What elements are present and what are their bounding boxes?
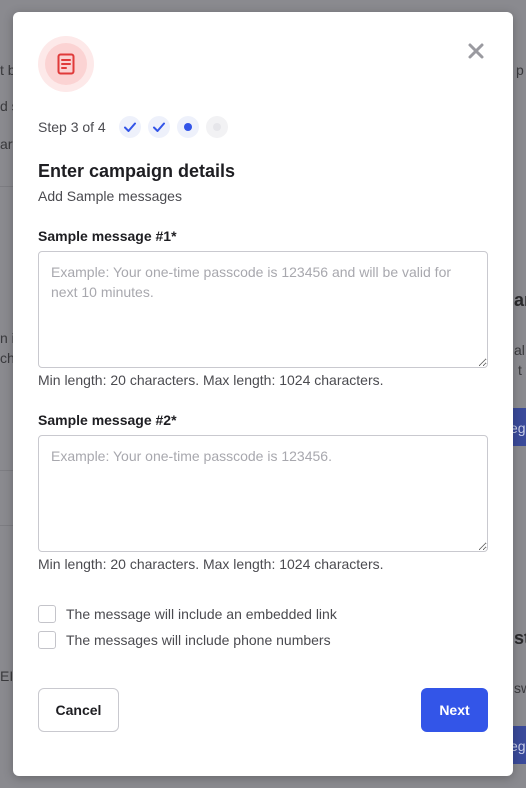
step-4-pending bbox=[205, 116, 228, 138]
step-label: Step 3 of 4 bbox=[38, 119, 106, 135]
close-button[interactable] bbox=[467, 42, 485, 60]
step-1-complete bbox=[118, 116, 141, 138]
check-icon bbox=[123, 122, 136, 132]
bg-fragment: al c bbox=[514, 342, 526, 358]
bg-divider bbox=[0, 525, 13, 526]
bg-divider bbox=[0, 186, 13, 187]
phone-numbers-label: The messages will include phone numbers bbox=[66, 632, 331, 648]
bg-fragment: an bbox=[514, 290, 526, 310]
phone-numbers-option: The messages will include phone numbers bbox=[38, 631, 331, 649]
sample-message-1-hint: Min length: 20 characters. Max length: 1… bbox=[38, 372, 384, 388]
modal-title: Enter campaign details bbox=[38, 161, 236, 181]
phone-numbers-checkbox[interactable] bbox=[38, 631, 56, 649]
bg-fragment: EI bbox=[0, 668, 14, 684]
close-icon bbox=[468, 43, 484, 59]
step-3-current bbox=[176, 116, 199, 138]
bg-fragment: sw bbox=[514, 680, 526, 696]
sample-message-2-hint: Min length: 20 characters. Max length: 1… bbox=[38, 556, 384, 572]
sample-message-1-label: Sample message #1* bbox=[38, 228, 177, 244]
header-icon-badge bbox=[38, 36, 94, 92]
cancel-button[interactable]: Cancel bbox=[38, 688, 119, 732]
bg-fragment: st bbox=[514, 628, 526, 648]
embedded-link-checkbox[interactable] bbox=[38, 605, 56, 623]
sample-message-2-label: Sample message #2* bbox=[38, 412, 177, 428]
sample-message-1-input[interactable] bbox=[38, 251, 488, 368]
campaign-details-modal: Step 3 of 4 Enter campaign details Add S… bbox=[13, 12, 513, 776]
check-icon bbox=[152, 122, 165, 132]
bg-fragment: p bbox=[516, 62, 524, 78]
bg-fragment: t t bbox=[518, 362, 526, 378]
sample-message-2-input[interactable] bbox=[38, 435, 488, 552]
modal-subtitle: Add Sample messages bbox=[38, 188, 182, 204]
step-indicator: Step 3 of 4 bbox=[38, 116, 228, 138]
next-button[interactable]: Next bbox=[421, 688, 488, 732]
embedded-link-option: The message will include an embedded lin… bbox=[38, 605, 337, 623]
document-icon bbox=[57, 53, 75, 75]
step-2-complete bbox=[147, 116, 170, 138]
embedded-link-label: The message will include an embedded lin… bbox=[66, 606, 337, 622]
bg-divider bbox=[0, 470, 13, 471]
